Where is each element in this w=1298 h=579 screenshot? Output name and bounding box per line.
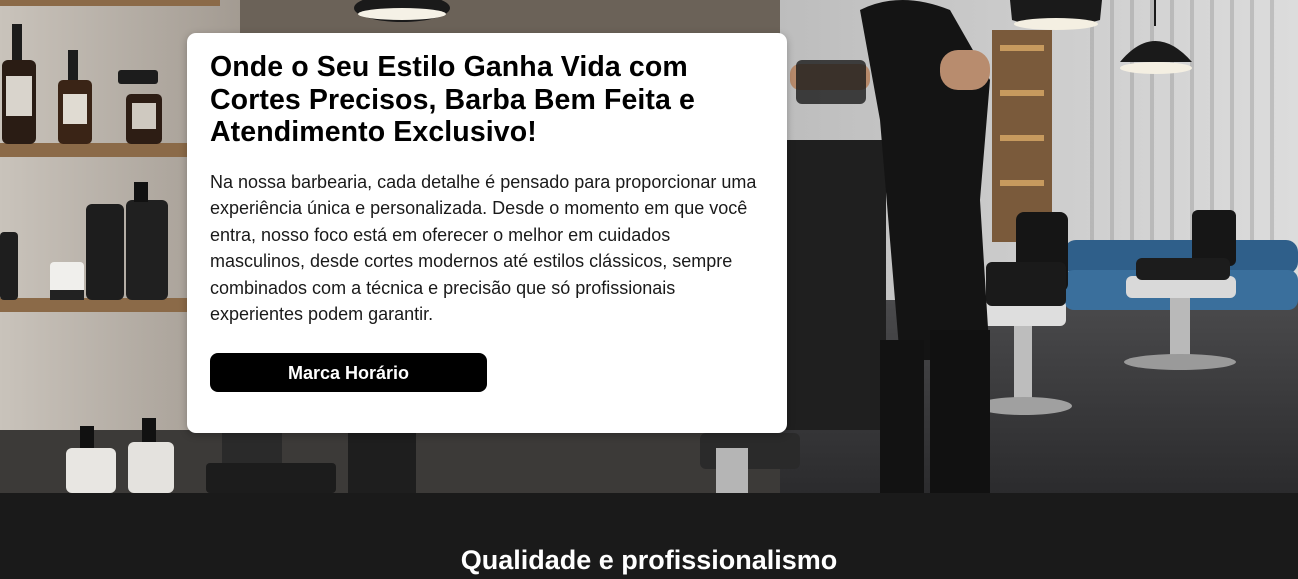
hero-card: Onde o Seu Estilo Ganha Vida com Cortes …: [187, 33, 787, 433]
hero-banner: Onde o Seu Estilo Ganha Vida com Cortes …: [0, 0, 1298, 493]
section-heading: Qualidade e profissionalismo: [460, 545, 838, 575]
book-appointment-button[interactable]: Marca Horário: [210, 352, 487, 392]
hero-title: Onde o Seu Estilo Ganha Vida com Cortes …: [210, 51, 695, 148]
quality-section: Qualidade e profissionalismo: [0, 493, 1298, 579]
hero-description: Na nossa barbearia, cada detalhe é pensa…: [210, 171, 757, 325]
